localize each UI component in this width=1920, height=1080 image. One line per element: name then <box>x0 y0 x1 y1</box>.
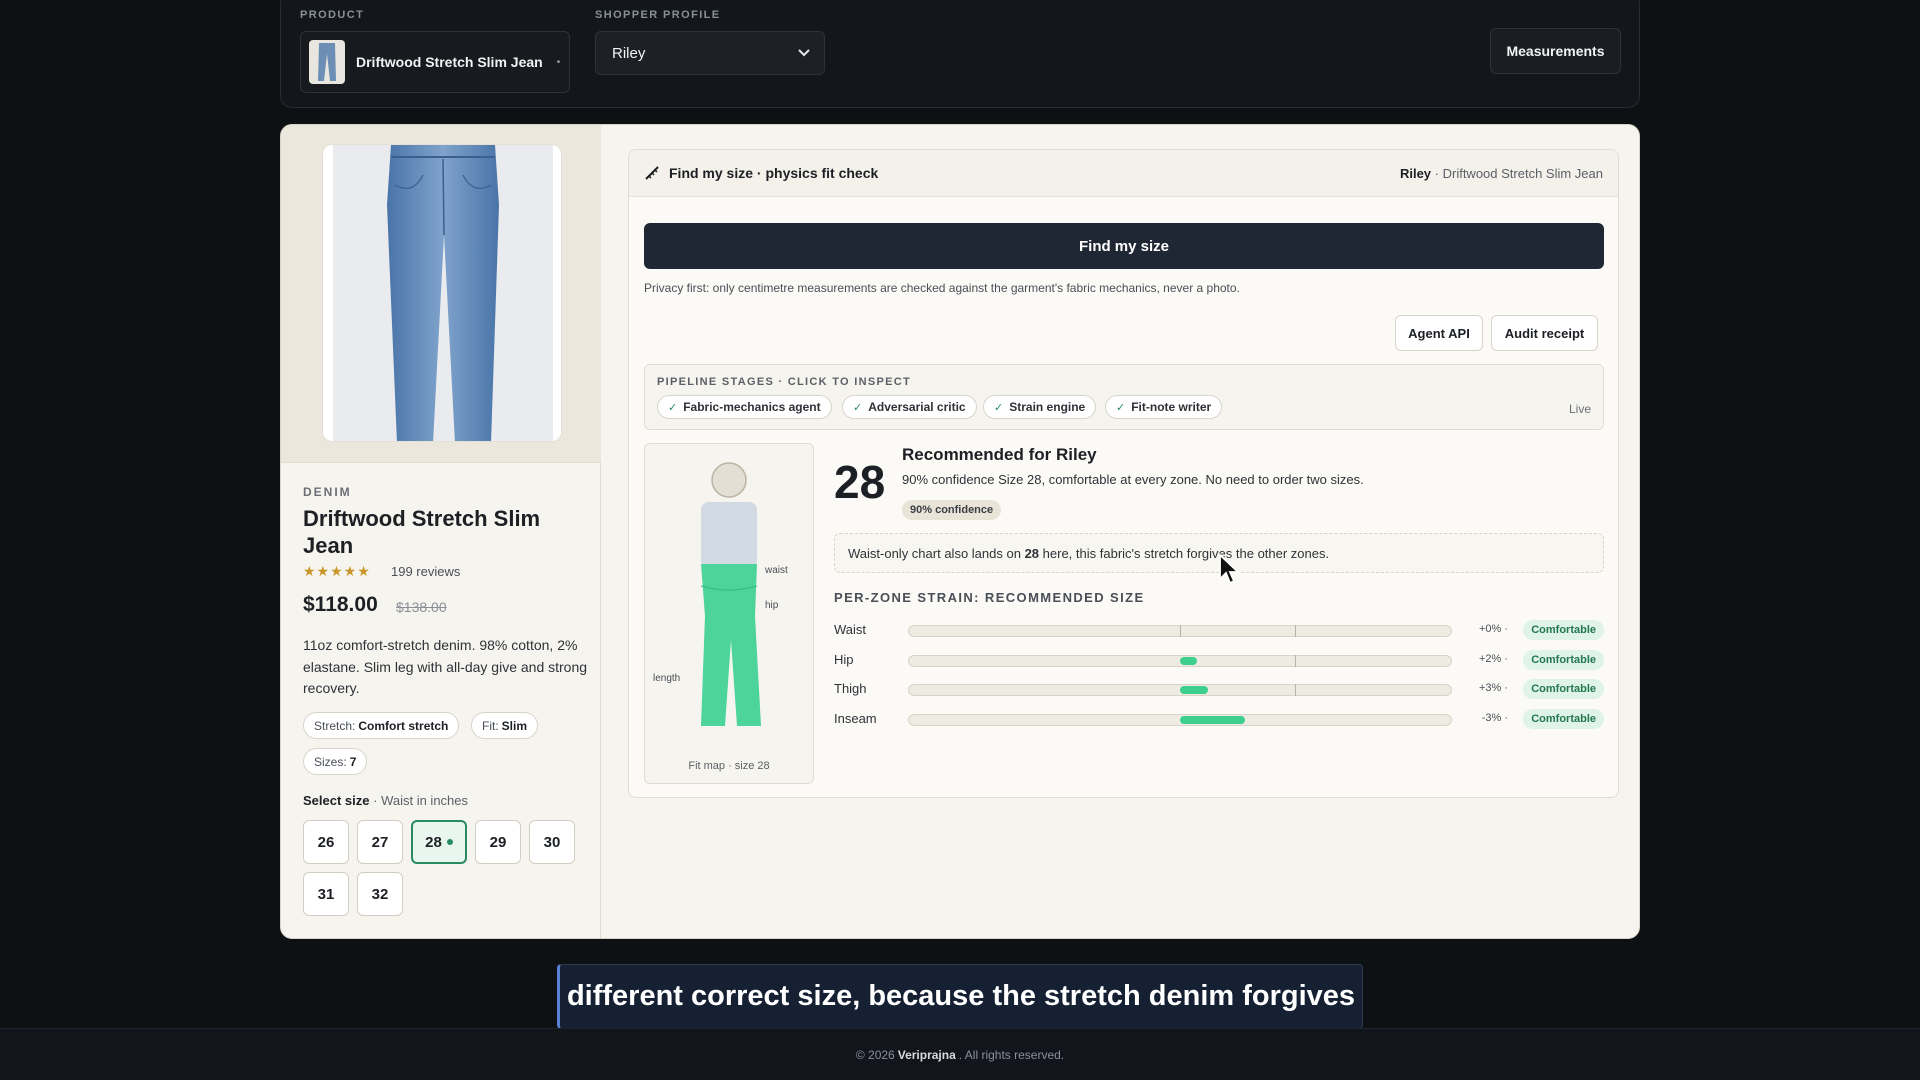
product-title: Driftwood Stretch Slim Jean <box>303 506 541 558</box>
sizes-chip: Sizes: 7 <box>303 748 368 775</box>
agent-api-button[interactable]: Agent API <box>1395 315 1483 351</box>
footer-brand: Veriprajna <box>897 1047 956 1062</box>
body-figure-icon <box>700 462 761 726</box>
fit-map-waist-label: waist <box>765 565 788 576</box>
product-select-dot: • <box>556 56 561 68</box>
selected-dot-icon <box>446 839 453 845</box>
stage-adversarial-critic[interactable]: ✓ Adversarial critic <box>842 395 977 419</box>
zone-row-hip: Hip +2% · Comfortable <box>834 650 1604 670</box>
product-old-price: $138.00 <box>396 599 447 615</box>
zone-name: Inseam <box>834 711 877 726</box>
fit-chip-value: Slim <box>501 718 528 733</box>
strain-bar <box>908 655 1452 667</box>
confidence-badge: 90% confidence <box>902 500 1002 520</box>
product-description: 11oz comfort-stretch denim. 98% cotton, … <box>303 637 588 696</box>
shopper-profile-value: Riley <box>612 44 646 62</box>
stage-fit-note-writer[interactable]: ✓ Fit-note writer <box>1105 395 1223 419</box>
measurements-button[interactable]: Measurements <box>1490 28 1621 74</box>
shopper-profile-select[interactable]: Riley <box>595 31 825 75</box>
product-label: PRODUCT <box>300 9 365 21</box>
stretch-chip-value: Comfort stretch <box>358 718 449 733</box>
chevron-down-icon <box>798 49 810 57</box>
fit-map-length-label: length <box>653 673 681 684</box>
fit-map-hip-label: hip <box>765 600 779 611</box>
stretch-chip-label: Stretch: <box>314 718 356 733</box>
shopper-profile-label: SHOPPER PROFILE <box>595 9 721 21</box>
zone-strain-pct: +3% · <box>1478 682 1508 694</box>
live-indicator: Live <box>1568 402 1591 416</box>
zone-name: Hip <box>834 652 854 667</box>
ruler-icon <box>645 166 659 180</box>
product-category: DENIM <box>303 485 352 499</box>
reviews-link[interactable]: 199 reviews <box>391 564 460 579</box>
zone-status-badge: Comfortable <box>1523 709 1604 729</box>
stretch-chip: Stretch: Comfort stretch <box>303 712 460 739</box>
top-bar: PRODUCT Driftwood Stretch Slim Jean • SH… <box>280 0 1640 108</box>
product-select-value: Driftwood Stretch Slim Jean <box>356 54 543 70</box>
check-icon: ✓ <box>1116 401 1126 414</box>
fit-check-panel: Find my size · physics fit check Riley ·… <box>628 149 1619 798</box>
recommendation-text: 90% confidence Size 28, comfortable at e… <box>902 472 1364 487</box>
size-option[interactable]: 29 <box>475 820 521 864</box>
footer-rights: . All rights reserved. <box>958 1047 1065 1062</box>
panel-title: Find my size · physics fit check <box>669 165 879 181</box>
sizes-chip-label: Sizes: <box>314 754 347 769</box>
zone-name: Waist <box>834 622 867 637</box>
product-thumbnail <box>309 40 345 84</box>
zone-status-badge: Comfortable <box>1523 650 1604 670</box>
stage-fabric-mechanics[interactable]: ✓ Fabric-mechanics agent <box>657 395 832 419</box>
product-image <box>322 144 562 442</box>
strain-bar <box>908 625 1452 637</box>
zone-row-inseam: Inseam -3% · Comfortable <box>834 709 1604 729</box>
zone-row-waist: Waist +0% · Comfortable <box>834 620 1604 640</box>
zone-status-badge: Comfortable <box>1523 679 1604 699</box>
footer-copyright: © 2026 <box>855 1047 895 1062</box>
sizes-chip-value: 7 <box>349 754 357 769</box>
size-option[interactable]: 30 <box>529 820 575 864</box>
zone-strain-pct: -3% · <box>1481 712 1508 724</box>
recommended-size: 28 <box>834 456 886 508</box>
zone-strain-pct: +0% · <box>1478 623 1508 635</box>
zone-strain-pct: +2% · <box>1478 653 1508 665</box>
fit-chip: Fit: Slim <box>471 712 539 739</box>
check-icon: ✓ <box>853 401 863 414</box>
pipeline-stages: PIPELINE STAGES · CLICK TO INSPECT ✓ Fabr… <box>644 364 1604 430</box>
recommendation-title: Recommended for Riley <box>902 445 1097 464</box>
audit-receipt-button[interactable]: Audit receipt <box>1491 315 1598 351</box>
star-rating: ★★★★★ <box>303 563 371 579</box>
pipeline-label: PIPELINE STAGES · CLICK TO INSPECT <box>657 376 912 388</box>
check-icon: ✓ <box>994 401 1004 414</box>
panel-context: Riley · Driftwood Stretch Slim Jean <box>1399 165 1603 181</box>
select-size-hint: · Waist in inches <box>373 793 469 808</box>
strain-bar <box>908 684 1452 696</box>
mouse-cursor-icon <box>1219 553 1241 585</box>
size-option[interactable]: 27 <box>357 820 403 864</box>
product-price: $118.00 <box>303 593 378 616</box>
select-size-label: Select size · Waist in inches <box>303 793 469 808</box>
product-column: DENIM Driftwood Stretch Slim Jean ★★★★★ … <box>281 125 601 938</box>
product-image-area <box>281 125 601 463</box>
size-option[interactable]: 31 <box>303 872 349 916</box>
strain-section-title: PER-ZONE STRAIN: RECOMMENDED SIZE <box>834 590 1145 605</box>
panel-header: Find my size · physics fit check Riley ·… <box>629 150 1618 197</box>
size-option[interactable]: 32 <box>357 872 403 916</box>
privacy-note: Privacy first: only centimetre measureme… <box>644 281 1240 295</box>
product-card: DENIM Driftwood Stretch Slim Jean ★★★★★ … <box>280 124 1640 939</box>
zone-row-thigh: Thigh +3% · Comfortable <box>834 679 1604 699</box>
size-option-selected[interactable]: 28 <box>411 820 467 864</box>
size-option[interactable]: 26 <box>303 820 349 864</box>
zone-status-badge: Comfortable <box>1523 620 1604 640</box>
product-select[interactable]: Driftwood Stretch Slim Jean • <box>300 31 570 93</box>
fit-map: waist hip length Fit map · size 28 <box>644 443 814 784</box>
zone-name: Thigh <box>834 681 867 696</box>
find-my-size-button[interactable]: Find my size <box>644 223 1604 269</box>
fit-chip-label: Fit: <box>482 718 499 733</box>
stage-strain-engine[interactable]: ✓ Strain engine <box>983 395 1097 419</box>
fit-map-caption: Fit map · size 28 <box>688 760 770 772</box>
video-caption: different correct size, because the stre… <box>557 964 1363 1029</box>
strain-bar <box>908 714 1452 726</box>
footer: © 2026 Veriprajna . All rights reserved. <box>0 1028 1920 1080</box>
check-icon: ✓ <box>668 401 678 414</box>
